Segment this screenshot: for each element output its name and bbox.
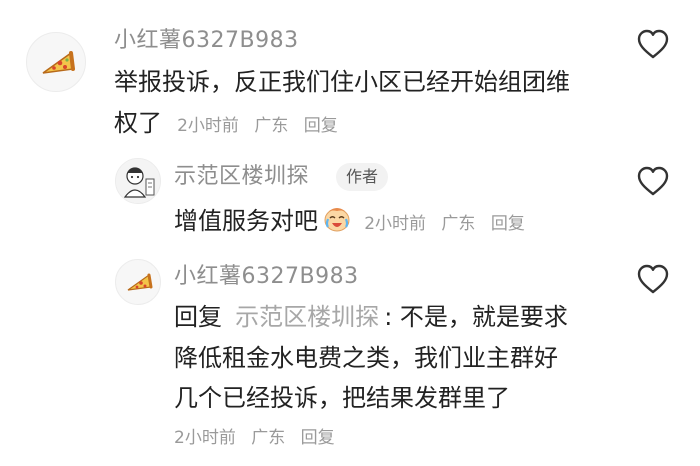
- comment-username[interactable]: 示范区楼圳探: [174, 164, 309, 190]
- comment-username[interactable]: 小红薯6327B983: [174, 264, 359, 290]
- comment-text-line: 几个已经投诉，把结果发群里了: [174, 384, 510, 412]
- reply-button[interactable]: 回复: [491, 214, 525, 234]
- comment-time: 2小时前: [364, 214, 427, 234]
- comment-username[interactable]: 小红薯6327B983: [114, 28, 299, 54]
- comment-location: 广东: [441, 214, 476, 234]
- comment-location: 广东: [254, 116, 289, 136]
- reply-prefix: 回复: [174, 303, 222, 331]
- heart-icon[interactable]: [636, 28, 670, 60]
- heart-icon[interactable]: [636, 165, 670, 197]
- pizza-slice-icon: [127, 273, 153, 291]
- crying-laughing-emoji: [324, 208, 350, 232]
- pizza-slice-icon: [42, 51, 75, 74]
- comment-line: 增值服务对吧 2小时前 广东 回复: [174, 205, 535, 234]
- author-badge: 作者: [336, 163, 389, 191]
- comment-line: 回复 示范区楼圳探 : 不是，就是要求: [174, 305, 568, 329]
- comments-section: 小红薯6327B983 举报投诉，反正我们住小区已经开始组团维 权了 2小时前 …: [0, 0, 700, 466]
- comment-meta: 2小时前 广东 回复: [364, 214, 535, 234]
- avatar[interactable]: [26, 32, 86, 92]
- comment-text-line: 举报投诉，反正我们住小区已经开始组团维: [114, 68, 570, 96]
- comment-last-line: 权了 2小时前 广东 回复: [114, 111, 348, 136]
- avatar[interactable]: [115, 158, 161, 204]
- comment-location: 广东: [251, 428, 286, 448]
- comment-meta: 2小时前 广东 回复: [177, 116, 348, 136]
- heart-icon[interactable]: [636, 263, 670, 295]
- comment-text-line: 权了: [114, 109, 162, 137]
- reply-button[interactable]: 回复: [301, 428, 335, 448]
- comment-time: 2小时前: [174, 428, 236, 448]
- reply-button[interactable]: 回复: [304, 116, 338, 136]
- comment-text: 增值服务对吧: [174, 207, 318, 235]
- comment-text-line: 降低租金水电费之类，我们业主群好: [174, 344, 558, 372]
- comment-meta: 2小时前 广东 回复: [174, 428, 345, 448]
- avatar[interactable]: [115, 259, 161, 305]
- cartoon-person-icon: [116, 159, 160, 203]
- comment-time: 2小时前: [177, 116, 239, 136]
- mention-link[interactable]: 示范区楼圳探: [235, 303, 379, 331]
- comment-text: : 不是，就是要求: [384, 303, 568, 331]
